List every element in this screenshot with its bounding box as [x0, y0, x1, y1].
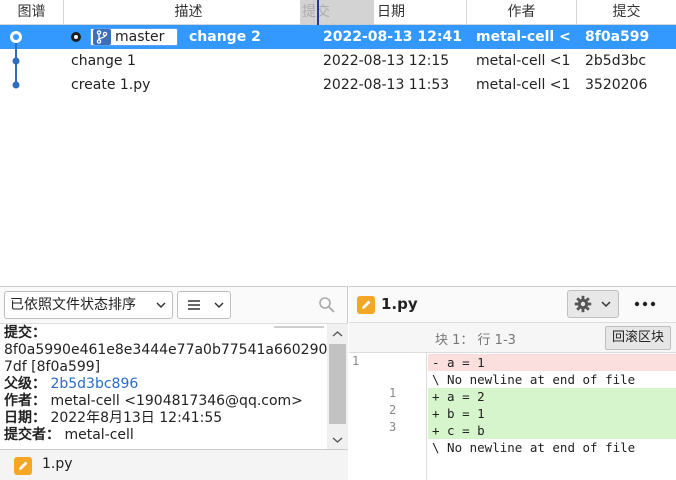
scrollbar-thumb[interactable] [329, 344, 346, 424]
branch-tag[interactable]: master [90, 28, 178, 46]
revert-hunk-button[interactable]: 回滚区块 [605, 326, 671, 350]
branch-label: master [115, 29, 165, 45]
diff-file-name: 1.py [381, 295, 418, 313]
commit-author: metal-cell <1 [476, 77, 571, 93]
pencil-file-icon [14, 457, 32, 475]
new-line-number: 3 [389, 420, 397, 434]
more-dots-icon[interactable] [633, 293, 657, 313]
commit-date: 2022-08-13 11:53 [323, 77, 450, 93]
graph-node-icon [12, 81, 20, 89]
new-line-number: 1 [389, 386, 397, 400]
committer-label: 提交者： [4, 427, 60, 443]
column-header-date[interactable]: 日期 [374, 0, 467, 25]
commit-row[interactable]: change 1 2022-08-13 12:15 metal-cell <1 … [0, 49, 676, 73]
commit-details: 提交： 8f0a5990e461e8e3444e77a0b77541a66029… [0, 323, 348, 449]
date-value: 2022年8月13日 12:41:55 [50, 410, 223, 426]
diff-line-gutter: 1 1 2 3 [349, 353, 427, 480]
hunk-header: 块 1： 行 1-3 回滚区块 [349, 323, 676, 353]
diff-pane: 1.py 块 1： 行 1-3 回滚区块 1 1 2 3 - a = 1 \ N… [349, 286, 676, 480]
commit-hash: 3520206 [585, 77, 648, 93]
diff-line-context: \ No newline at end of file [428, 439, 676, 456]
chevron-up-icon[interactable] [332, 327, 343, 343]
search-icon[interactable] [318, 296, 336, 314]
file-name: 1.py [42, 456, 73, 472]
parent-label: 父级： [4, 376, 46, 392]
chevron-down-icon[interactable] [332, 433, 343, 449]
commit-description: change 2 [189, 29, 261, 45]
diff-options-button[interactable] [567, 290, 619, 318]
committer-value: metal-cell [64, 427, 134, 443]
pencil-file-icon [357, 296, 375, 314]
commit-label: 提交： [4, 325, 46, 341]
diff-toolbar: 1.py [349, 287, 676, 323]
sort-dropdown-label: 已依照文件状态排序 [10, 297, 136, 313]
file-status-pane: 已依照文件状态排序 提交： 8f0a5990e461e8e3444e77a0b7… [0, 286, 348, 480]
commit-author: metal-cell <1 [476, 29, 572, 45]
commit-row[interactable]: master change 2 2022-08-13 12:41 metal-c… [0, 25, 676, 49]
date-label: 日期： [4, 410, 46, 426]
commit-graph [10, 31, 22, 89]
head-commit-icon [71, 32, 81, 42]
parent-link[interactable]: 2b5d3bc896 [50, 376, 138, 392]
details-scrollbar[interactable] [327, 324, 348, 449]
column-header-description[interactable]: 描述 [64, 0, 314, 25]
chevron-down-icon [156, 292, 166, 327]
commit-description: create 1.py [71, 77, 151, 93]
column-drag-ghost[interactable]: 提交 [300, 0, 374, 25]
author-label: 作者： [4, 393, 46, 409]
hunk-label: 块 1： 行 1-3 [435, 333, 516, 348]
diff-line-added: + c = b [428, 422, 676, 439]
chevron-down-icon [214, 292, 224, 322]
diff-line-context: \ No newline at end of file [428, 371, 676, 388]
graph-node-icon [12, 57, 20, 65]
commit-date: 2022-08-13 12:41 [323, 29, 462, 45]
old-line-number: 1 [352, 354, 360, 368]
diff-line-added: + b = 1 [428, 405, 676, 422]
column-header-graph[interactable]: 图谱 [0, 0, 64, 25]
commit-full-hash: 8f0a5990e461e8e3444e77a0b77541a660290 [4, 342, 328, 358]
view-mode-dropdown[interactable] [177, 291, 231, 319]
column-header-commit[interactable]: 提交 [577, 0, 676, 25]
diff-line-added: + a = 2 [428, 388, 676, 405]
branch-icon [93, 29, 111, 45]
commit-full-hash-cont: 7df [8f0a599] [4, 359, 101, 375]
sort-dropdown[interactable]: 已依照文件状态排序 [4, 291, 173, 319]
chevron-down-icon [601, 291, 611, 321]
commit-date: 2022-08-13 12:15 [323, 53, 450, 69]
commit-hash: 2b5d3bc [585, 53, 647, 69]
new-line-number: 2 [389, 403, 397, 417]
changed-file-item[interactable]: 1.py [0, 449, 348, 480]
list-icon [187, 299, 201, 315]
commit-description: change 1 [71, 53, 136, 69]
commit-hash: 8f0a599 [585, 29, 650, 45]
commit-row[interactable]: create 1.py 2022-08-13 11:53 metal-cell … [0, 73, 676, 97]
gear-icon [574, 295, 592, 317]
details-divider [274, 326, 324, 328]
commit-author: metal-cell <1 [476, 53, 571, 69]
author-value: metal-cell <1904817346@qq.com> [50, 393, 303, 409]
column-header-author[interactable]: 作者 [467, 0, 577, 25]
column-drop-indicator [317, 0, 319, 25]
commit-table-header: 图谱 描述 提交 日期 作者 提交 [0, 0, 676, 25]
diff-line-removed: - a = 1 [428, 354, 676, 371]
